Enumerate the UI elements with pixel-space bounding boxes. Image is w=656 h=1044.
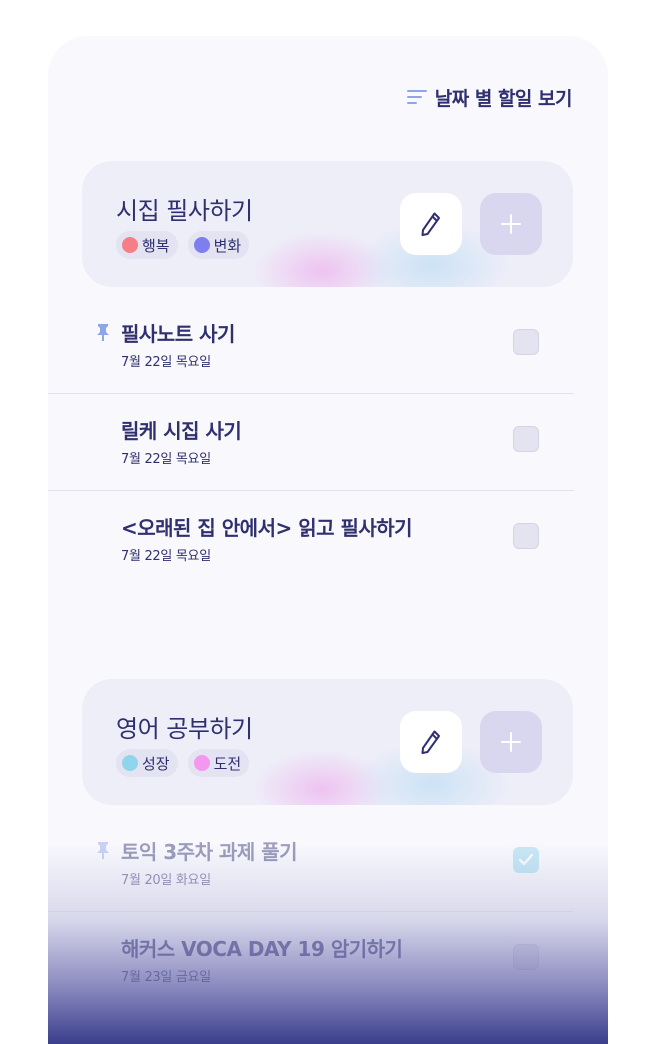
tag-chip[interactable]: 변화	[187, 231, 250, 259]
add-task-button[interactable]	[480, 711, 542, 773]
group-title: 영어 공부하기	[116, 715, 253, 743]
edit-group-button[interactable]	[400, 711, 462, 773]
plus-icon	[501, 732, 521, 752]
tag-chip[interactable]: 성장	[116, 749, 178, 777]
task-row[interactable]: 토익 3주차 과제 풀기 7월 20일 화요일	[48, 814, 574, 912]
tag-label: 성장	[142, 754, 170, 773]
todo-panel: 날짜 별 할일 보기 시집 필사하기 행복 변화 필사노트 사기 7월 22일 …	[48, 36, 608, 1044]
tag-label: 변화	[213, 236, 242, 255]
pencil-icon	[421, 730, 440, 754]
task-date: 7월 23일 금요일	[121, 970, 211, 985]
view-by-date-label: 날짜 별 할일 보기	[434, 87, 573, 110]
task-date: 7월 22일 목요일	[121, 549, 211, 564]
tag-color-dot	[122, 237, 138, 253]
edit-group-button[interactable]	[400, 193, 462, 255]
group-title: 시집 필사하기	[116, 197, 253, 225]
tag-chip[interactable]: 도전	[187, 749, 250, 777]
task-title: 토익 3주차 과제 풀기	[121, 840, 298, 864]
task-row[interactable]: 필사노트 사기 7월 22일 목요일	[48, 296, 574, 394]
list-icon	[406, 90, 427, 104]
task-checkbox-checked[interactable]	[513, 847, 539, 873]
check-icon	[518, 853, 534, 866]
pin-icon	[97, 842, 109, 859]
tag-label: 도전	[213, 754, 242, 773]
task-checkbox[interactable]	[513, 426, 539, 452]
task-checkbox[interactable]	[513, 329, 539, 355]
tag-list: 행복 변화	[116, 231, 250, 259]
task-title: 해커스 VOCA DAY 19 암기하기	[121, 937, 403, 961]
task-row[interactable]: <오래된 집 안에서> 읽고 필사하기 7월 22일 목요일	[48, 490, 574, 587]
group-card-poetry: 시집 필사하기 행복 변화	[82, 161, 573, 287]
plus-icon	[501, 214, 521, 234]
task-row[interactable]: 해커스 VOCA DAY 19 암기하기 7월 23일 금요일	[48, 911, 574, 1008]
task-row[interactable]: 릴케 시집 사기 7월 22일 목요일	[48, 393, 574, 491]
tag-chip[interactable]: 행복	[116, 231, 178, 259]
task-title: 필사노트 사기	[121, 322, 235, 346]
tag-color-dot	[193, 755, 210, 771]
task-checkbox[interactable]	[513, 944, 539, 970]
task-title: <오래된 집 안에서> 읽고 필사하기	[121, 516, 413, 540]
tag-color-dot	[193, 237, 210, 253]
task-date: 7월 22일 목요일	[121, 355, 211, 370]
task-checkbox[interactable]	[513, 523, 539, 549]
group-card-english: 영어 공부하기 성장 도전	[82, 679, 573, 805]
pencil-icon	[421, 212, 440, 236]
tag-label: 행복	[142, 236, 170, 255]
pin-icon	[97, 324, 109, 341]
tag-color-dot	[122, 755, 138, 771]
task-title: 릴케 시집 사기	[121, 419, 242, 443]
tag-list: 성장 도전	[116, 749, 250, 777]
task-date: 7월 20일 화요일	[121, 873, 211, 888]
task-date: 7월 22일 목요일	[121, 452, 211, 467]
add-task-button[interactable]	[480, 193, 542, 255]
view-by-date-button[interactable]: 날짜 별 할일 보기	[406, 84, 573, 110]
